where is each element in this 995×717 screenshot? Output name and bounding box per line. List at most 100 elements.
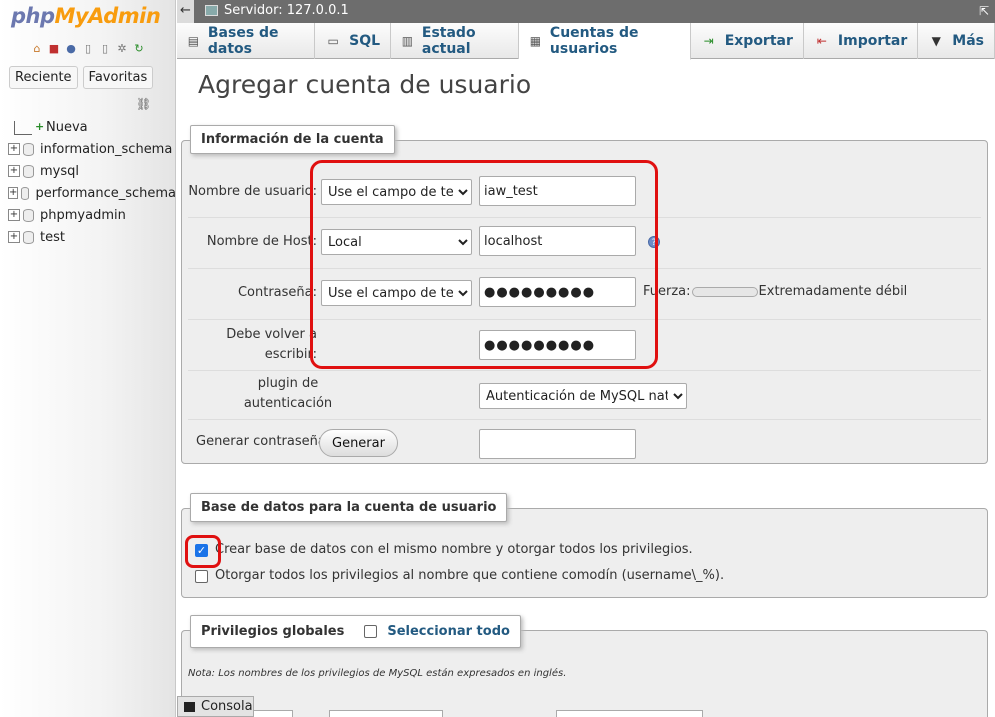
tab-label: Más [952,33,984,49]
sidebar-tabs: Reciente Favoritas [9,66,154,89]
tree-item-label: test [40,229,65,245]
tree-item-label: Nueva [46,119,88,135]
global-privileges-legend: Privilegios globales Seleccionar todo [190,615,521,648]
console-label: Consola [201,699,253,714]
sql-icon: ▭ [327,34,339,48]
auth-plugin-select[interactable]: Autenticación de MySQL nativo [479,383,687,409]
tree-item-new[interactable]: + Nueva [8,116,176,138]
exit-icon[interactable]: ■ [47,41,61,55]
generated-password-input[interactable] [479,429,636,459]
tab-label: Exportar [724,33,793,49]
create-database-label[interactable]: Crear base de datos con el mismo nombre … [215,542,693,557]
host-label: Nombre de Host: [206,234,317,249]
console-toggle[interactable]: Consola [177,696,254,717]
database-fieldset: Base de datos para la cuenta de usuario … [181,493,988,598]
password-label: Contraseña: [237,285,317,300]
tab-user-accounts[interactable]: ▦ Cuentas de usuarios [519,23,691,60]
select-all-label[interactable]: Seleccionar todo [387,624,510,639]
expand-icon[interactable]: + [8,209,20,221]
import-icon: ⇤ [816,34,827,48]
tab-status[interactable]: ▥ Estado actual [391,23,520,59]
tab-sql[interactable]: ▭ SQL [315,23,392,59]
retype-label-line1: Debe volver a [226,327,317,342]
link-icon[interactable]: ⛓ [136,97,151,111]
tab-label: SQL [349,33,381,49]
settings-icon[interactable]: ✲ [115,41,129,55]
server-label: Servidor: 127.0.0.1 [224,3,349,18]
database-tree: + Nueva + information_schema + mysql + p… [8,116,176,248]
select-all-control[interactable]: Seleccionar todo [364,624,510,639]
tree-item-label: phpmyadmin [40,207,126,223]
logo-php-text: php [11,4,55,28]
account-info-legend: Información de la cuenta [190,125,395,154]
tab-export[interactable]: ⇥ Exportar [691,23,804,59]
strength-meter [691,286,758,297]
home-icon[interactable]: ⌂ [30,41,44,55]
page-title: Agregar cuenta de usuario [198,70,532,99]
tree-item-test[interactable]: + test [8,226,176,248]
wildcard-privileges-checkbox[interactable] [195,570,208,583]
tree-item-label: performance_schema [35,185,176,201]
expand-icon[interactable]: + [8,165,20,177]
status-icon: ▥ [401,34,414,48]
wildcard-privileges-label[interactable]: Otorgar todos los privilegios al nombre … [215,568,724,583]
server-breadcrumb[interactable]: Servidor: 127.0.0.1 [205,3,349,18]
username-label: Nombre de usuario: [188,184,317,199]
privilege-group-box [329,710,443,717]
expand-icon[interactable]: + [8,187,19,199]
chevron-down-icon: ▼ [931,34,941,48]
database-icon [21,186,30,200]
server-bar: ← Servidor: 127.0.0.1 ⇱ [177,0,995,23]
generate-button[interactable]: Generar [319,429,398,457]
tab-recent[interactable]: Reciente [9,66,78,89]
copy-icon[interactable]: ▯ [98,41,112,55]
tree-item-performance-schema[interactable]: + performance_schema [8,182,176,204]
tree-item-information-schema[interactable]: + information_schema [8,138,176,160]
tab-label: Cuentas de usuarios [549,25,639,57]
console-icon [184,701,195,712]
tab-import[interactable]: ⇤ Importar [804,23,919,59]
docs-icon[interactable]: ▯ [81,41,95,55]
plugin-label-line2: autenticación [243,396,333,411]
quick-icons: ⌂ ■ ● ▯ ▯ ✲ ↻ [30,41,146,55]
privilege-group-box [556,710,703,717]
tab-databases[interactable]: ▤ Bases de datos [177,23,316,59]
main-content: Agregar cuenta de usuario Información de… [177,60,995,717]
tree-item-phpmyadmin[interactable]: + phpmyadmin [8,204,176,226]
reload-icon[interactable]: ↻ [132,41,146,55]
tree-item-mysql[interactable]: + mysql [8,160,176,182]
database-icon [23,230,34,244]
tab-more[interactable]: ▼ Más [918,23,995,59]
generate-password-label: Generar contraseña: [196,434,331,449]
plugin-label-line1: plugin de [257,376,319,391]
expand-icon[interactable]: + [8,231,20,243]
retype-label-line2: escribir: [264,347,317,362]
privileges-note: Nota: Los nombres de los privilegios de … [188,668,567,679]
generate-password-row: Generar contraseña: Generar [188,420,981,466]
privilege-group-box [249,710,293,717]
database-icon [23,208,34,222]
collapse-sidebar-button[interactable]: ← [177,0,194,23]
tree-item-label: mysql [40,163,79,179]
help-icon[interactable]: ● [64,41,78,55]
highlight-account-fields [310,160,658,369]
auth-plugin-label: plugin de autenticación [218,374,358,414]
tab-label: Bases de datos [207,25,279,57]
main-tabs: ▤ Bases de datos ▭ SQL ▥ Estado actual ▦ Cue… [177,23,995,60]
auth-plugin-row: plugin de autenticación Autenticación de… [188,371,981,420]
select-all-checkbox[interactable] [364,625,378,638]
expand-icon[interactable]: + [8,143,20,155]
tab-label: Estado actual [421,25,476,57]
tab-label: Importar [837,33,908,49]
export-icon: ⇥ [703,34,714,48]
server-icon [205,5,218,16]
database-legend: Base de datos para la cuenta de usuario [190,493,508,522]
database-icon [23,164,34,178]
users-icon: ▦ [529,34,542,48]
tab-favorites[interactable]: Favoritas [82,66,154,89]
retype-label: Debe volver a escribir: [177,325,317,365]
phpmyadmin-logo[interactable]: phpMyAdmin [11,4,161,28]
databases-icon: ▤ [187,34,200,48]
database-icon [23,142,34,156]
maximize-icon[interactable]: ⇱ [979,4,989,18]
